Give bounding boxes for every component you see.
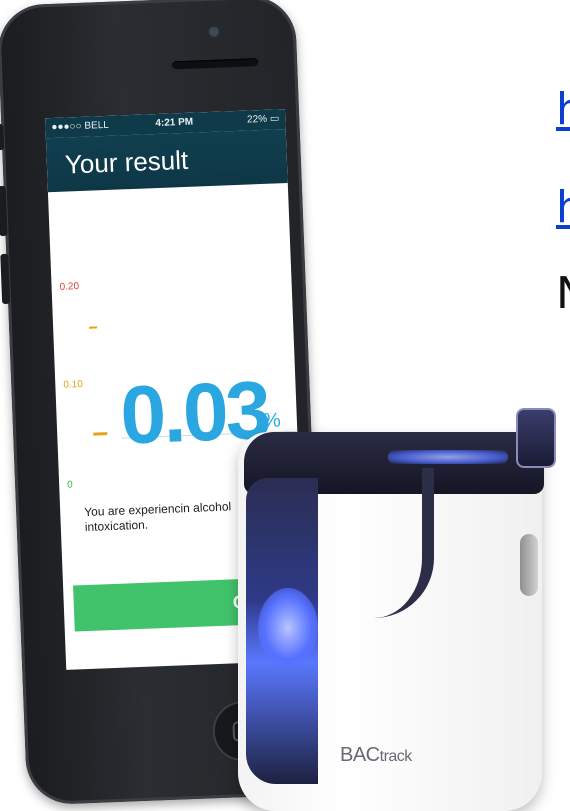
battery-percent: 22%: [246, 113, 268, 126]
camera-icon: [207, 25, 221, 38]
mute-switch: [0, 123, 5, 151]
tick-label-high: 0.20: [59, 281, 80, 293]
breathalyzer-device: BACtrack: [238, 408, 556, 811]
battery-icon: ▭: [269, 113, 280, 125]
indicator-lights: [388, 450, 508, 464]
mouthpiece[interactable]: [516, 408, 556, 468]
device-notch: [282, 468, 434, 618]
tick-label-low: 0: [66, 479, 73, 491]
volume-down-button: [0, 253, 11, 305]
partial-link-2[interactable]: h: [556, 182, 570, 234]
brand-logo: BACtrack: [340, 744, 412, 767]
tick-label-mid: 0.10: [63, 379, 84, 391]
volume-up-button: [0, 185, 8, 237]
earpiece-speaker: [172, 58, 259, 70]
tick-mark: [89, 326, 98, 329]
app-header: Your result: [45, 129, 288, 193]
status-carrier: ●●●○○ BELL: [51, 119, 110, 134]
brand-prefix: BAC: [340, 744, 380, 766]
partial-text: N: [556, 268, 570, 319]
status-time: 4:21 PM: [155, 116, 194, 130]
tick-mark-current: [93, 432, 108, 436]
partial-link-1[interactable]: h: [556, 84, 570, 136]
status-battery: 22% ▭: [247, 109, 280, 130]
page-title: Your result: [64, 144, 189, 180]
power-switch[interactable]: [520, 534, 538, 596]
brand-suffix: track: [379, 748, 413, 765]
